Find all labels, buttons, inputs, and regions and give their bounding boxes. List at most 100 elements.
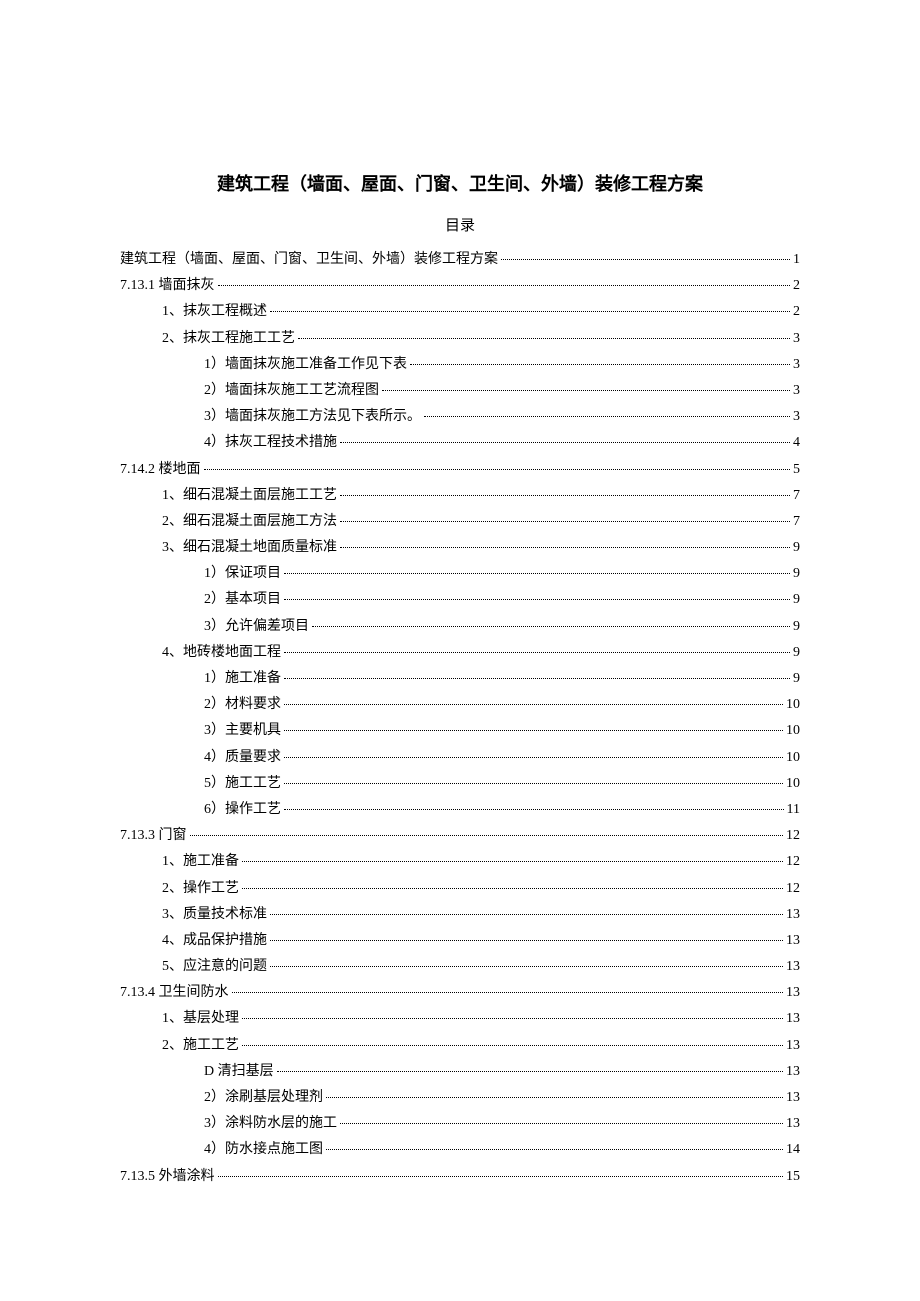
toc-entry: 5、应注意的问题 13 <box>120 960 800 974</box>
toc-entry: 1、施工准备 12 <box>120 855 800 869</box>
toc-entry-label: 7.13.5 外墙涂料 <box>120 1170 215 1184</box>
toc-leader-dots <box>298 338 790 339</box>
toc-entry-label: D 清扫基层 <box>204 1065 274 1079</box>
toc-leader-dots <box>277 1071 783 1072</box>
toc-entry-page: 3 <box>793 384 800 398</box>
toc-entry-page: 7 <box>793 489 800 503</box>
toc-leader-dots <box>284 809 784 810</box>
toc-entry: 7.13.5 外墙涂料 15 <box>120 1170 800 1184</box>
toc-entry-label: 3）墙面抹灰施工方法见下表所示。 <box>204 410 421 424</box>
toc-entry-label: 7.13.1 墙面抹灰 <box>120 279 215 293</box>
toc-entry-page: 5 <box>793 463 800 477</box>
toc-entry-label: 3）涂料防水层的施工 <box>204 1117 337 1131</box>
toc-entry-page: 9 <box>793 620 800 634</box>
toc-entry-page: 7 <box>793 515 800 529</box>
toc-entry: 3）允许偏差项目 9 <box>120 620 800 634</box>
toc-entry-page: 10 <box>786 777 800 791</box>
toc-leader-dots <box>204 469 791 470</box>
toc-leader-dots <box>340 495 790 496</box>
toc-entry-label: 6）操作工艺 <box>204 803 281 817</box>
toc-leader-dots <box>284 678 790 679</box>
toc-entry-page: 13 <box>786 986 800 1000</box>
toc-entry: 1、抹灰工程概述 2 <box>120 305 800 319</box>
toc-entry: 2、操作工艺12 <box>120 882 800 896</box>
toc-entry-label: 4、成品保护措施 <box>162 934 267 948</box>
toc-entry-page: 12 <box>786 855 800 869</box>
document-title: 建筑工程（墙面、屋面、门窗、卫生间、外墙）装修工程方案 <box>120 170 800 196</box>
toc-entry: 6）操作工艺11 <box>120 803 800 817</box>
toc-entry: 2、施工工艺13 <box>120 1039 800 1053</box>
toc-leader-dots <box>242 888 783 889</box>
toc-entry-page: 10 <box>786 698 800 712</box>
toc-entry-label: 3、质量技术标准 <box>162 908 267 922</box>
toc-leader-dots <box>340 442 790 443</box>
toc-entry-page: 13 <box>786 934 800 948</box>
toc-entry-label: 4、地砖楼地面工程 <box>162 646 281 660</box>
toc-leader-dots <box>340 547 790 548</box>
toc-leader-dots <box>218 1176 784 1177</box>
toc-leader-dots <box>382 390 790 391</box>
toc-entry-label: 4）防水接点施工图 <box>204 1143 323 1157</box>
toc-entry: 3）墙面抹灰施工方法见下表所示。 3 <box>120 410 800 424</box>
toc-entry-label: 1、细石混凝土面层施工工艺 <box>162 489 337 503</box>
toc-leader-dots <box>190 835 784 836</box>
toc-entry-page: 15 <box>786 1170 800 1184</box>
toc-entry-label: 1）保证项目 <box>204 567 281 581</box>
toc-entry: 1）施工准备 9 <box>120 672 800 686</box>
toc-entry: D 清扫基层 13 <box>120 1065 800 1079</box>
toc-leader-dots <box>340 521 790 522</box>
toc-leader-dots <box>270 940 783 941</box>
toc-leader-dots <box>218 285 791 286</box>
toc-entry-page: 13 <box>786 960 800 974</box>
toc-entry-label: 4）质量要求 <box>204 751 281 765</box>
toc-entry-label: 2）材料要求 <box>204 698 281 712</box>
toc-leader-dots <box>270 914 783 915</box>
toc-entry-page: 13 <box>786 908 800 922</box>
toc-leader-dots <box>270 311 790 312</box>
toc-entry-page: 9 <box>793 672 800 686</box>
toc-entry-label: 2、施工工艺 <box>162 1039 239 1053</box>
toc-entry-page: 13 <box>786 1012 800 1026</box>
toc-entry-label: 7.13.4 卫生间防水 <box>120 986 229 1000</box>
toc-leader-dots <box>242 1018 783 1019</box>
toc-entry: 4）质量要求 10 <box>120 751 800 765</box>
toc-entry: 4、地砖楼地面工程 9 <box>120 646 800 660</box>
toc-entry-label: 1、施工准备 <box>162 855 239 869</box>
toc-leader-dots <box>501 259 790 260</box>
toc-entry-page: 3 <box>793 410 800 424</box>
toc-leader-dots <box>312 626 790 627</box>
toc-entry-label: 2）涂刷基层处理剂 <box>204 1091 323 1105</box>
toc-entry-label: 1、抹灰工程概述 <box>162 305 267 319</box>
toc-entry-page: 10 <box>786 751 800 765</box>
toc-entry: 1、基层处理13 <box>120 1012 800 1026</box>
toc-leader-dots <box>284 730 783 731</box>
toc-entry-page: 3 <box>793 332 800 346</box>
toc-entry-page: 10 <box>786 724 800 738</box>
toc-entry-page: 2 <box>793 305 800 319</box>
toc-entry-page: 9 <box>793 646 800 660</box>
toc-leader-dots <box>410 364 790 365</box>
toc-entry-page: 9 <box>793 541 800 555</box>
toc-entry: 1、细石混凝土面层施工工艺 7 <box>120 489 800 503</box>
toc-entry: 4、成品保护措施 13 <box>120 934 800 948</box>
toc-entry-page: 12 <box>786 829 800 843</box>
toc-entry-label: 3）允许偏差项目 <box>204 620 309 634</box>
toc-leader-dots <box>284 757 783 758</box>
toc-entry-page: 13 <box>786 1065 800 1079</box>
toc-leader-dots <box>326 1149 783 1150</box>
toc-entry-label: 5）施工工艺 <box>204 777 281 791</box>
toc-leader-dots <box>284 599 790 600</box>
toc-leader-dots <box>284 783 783 784</box>
toc-entry-label: 2）墙面抹灰施工工艺流程图 <box>204 384 379 398</box>
toc-entry-page: 13 <box>786 1117 800 1131</box>
toc-entry: 7.13.3 门窗12 <box>120 829 800 843</box>
toc-entry-label: 1）施工准备 <box>204 672 281 686</box>
toc-entry-page: 2 <box>793 279 800 293</box>
toc-entry: 7.14.2 楼地面5 <box>120 463 800 477</box>
toc-entry: 2、细石混凝土面层施工方法7 <box>120 515 800 529</box>
toc-entry-label: 4）抹灰工程技术措施 <box>204 436 337 450</box>
toc-entry-page: 9 <box>793 593 800 607</box>
toc-leader-dots <box>232 992 784 993</box>
toc-entry: 3、质量技术标准 13 <box>120 908 800 922</box>
toc-entry-label: 5、应注意的问题 <box>162 960 267 974</box>
